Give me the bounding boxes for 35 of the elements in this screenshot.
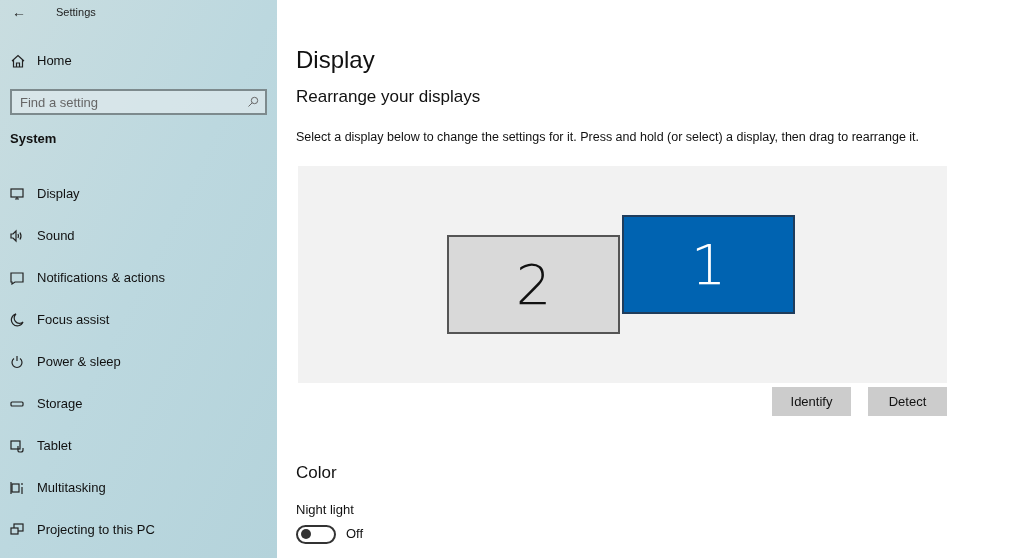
projecting-icon	[10, 522, 24, 537]
setting-label: Night light	[296, 500, 355, 519]
description-text: Select a display below to change the settings for it. Press and hold (or select) a display, then drag to rearrange it.	[296, 128, 921, 146]
nav-item[interactable]: Projecting to this PC	[0, 508, 155, 551]
nav-item[interactable]: Multitasking	[0, 466, 106, 509]
toggle-state: Off	[346, 525, 364, 544]
multitasking-icon	[10, 480, 24, 495]
nav-item[interactable]: Notifications & actions	[0, 256, 165, 299]
moon-icon	[10, 312, 24, 327]
back-button[interactable]: ←	[12, 5, 26, 19]
nav-item[interactable]: Tablet	[0, 424, 72, 467]
search-field[interactable]: Find a setting	[10, 89, 267, 115]
search-icon[interactable]	[247, 96, 259, 108]
section-heading: System	[9, 130, 58, 148]
section-heading: Rearrange your displays	[296, 86, 482, 108]
tablet-icon	[10, 438, 24, 453]
speaker-icon	[10, 228, 24, 243]
window-title: Settings	[56, 4, 96, 20]
section-heading: Color	[296, 462, 338, 485]
toggle-switch[interactable]	[296, 524, 336, 544]
home-link[interactable]: Home	[0, 49, 72, 73]
nav-item[interactable]: Focus assist	[0, 298, 110, 341]
monitor-tile[interactable]: 2	[447, 235, 620, 335]
action-button[interactable]: Detect	[868, 387, 947, 417]
monitor-tile[interactable]: 1	[622, 215, 795, 315]
page-title: Display	[296, 45, 376, 75]
nav-item[interactable]: Storage	[0, 382, 83, 425]
action-button[interactable]: Identify	[772, 387, 851, 417]
nav-item[interactable]: Display	[0, 172, 80, 215]
monitor-icon	[10, 186, 24, 201]
nav-item[interactable]: Power & sleep	[0, 340, 121, 383]
nav-item[interactable]: Sound	[0, 214, 75, 257]
home-icon	[11, 54, 25, 68]
message-icon	[10, 270, 24, 285]
power-icon	[10, 354, 24, 369]
